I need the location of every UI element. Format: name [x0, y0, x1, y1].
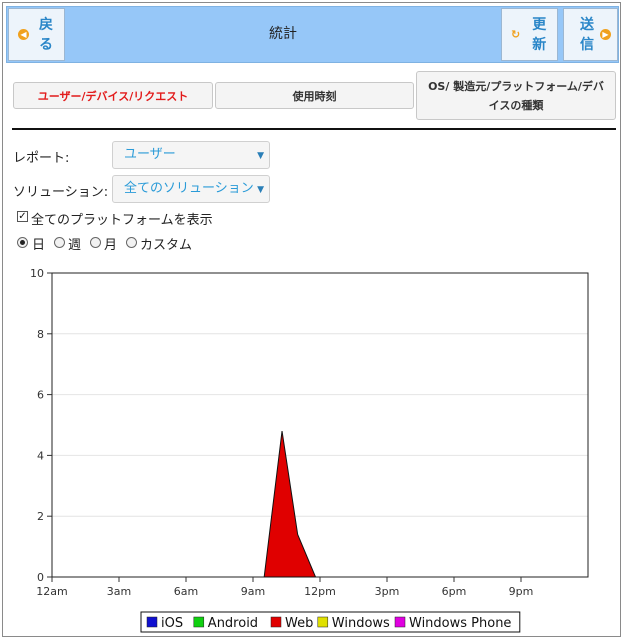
x-tick-label: 9am: [241, 585, 265, 598]
radio-day[interactable]: [17, 237, 28, 248]
radio-day-label: 日: [32, 238, 46, 253]
x-tick-label: 6pm: [442, 585, 467, 598]
send-button[interactable]: 送信 ▶: [563, 8, 618, 61]
tab-label: 使用時刻: [292, 89, 337, 103]
y-tick-label: 2: [37, 510, 44, 523]
report-select-value: ユーザー: [124, 147, 176, 162]
solution-label: ソリューション:: [13, 185, 109, 200]
page-title: 統計: [269, 26, 297, 42]
y-tick-label: 8: [37, 328, 44, 341]
solution-select[interactable]: 全てのソリューション ▼: [112, 175, 270, 203]
tab-usage-time[interactable]: 使用時刻: [215, 82, 414, 109]
series-area-web: [263, 431, 317, 578]
back-label: 戻る: [39, 16, 53, 53]
solution-select-value: 全てのソリューション: [124, 181, 254, 196]
report-label: レポート:: [13, 151, 70, 166]
report-select[interactable]: ユーザー ▼: [112, 141, 270, 169]
tab-os-manufacturer-platform[interactable]: OS/ 製造元/プラットフォーム/デバイスの種類: [416, 71, 616, 120]
legend-swatch: [146, 616, 158, 628]
chevron-left-icon: ◀: [18, 29, 29, 40]
radio-week[interactable]: [54, 237, 65, 248]
refresh-icon: ↻: [511, 27, 521, 41]
legend-swatch: [317, 616, 329, 628]
dropdown-arrow-icon: ▼: [257, 185, 264, 195]
plot-area: [51, 272, 589, 578]
radio-month-label: 月: [104, 238, 118, 253]
legend-label: Windows: [332, 616, 390, 631]
radio-week-label: 週: [68, 238, 82, 253]
refresh-button[interactable]: ↻ 更新: [501, 8, 558, 61]
radio-custom-label: カスタム: [140, 238, 193, 253]
x-tick-label: 9pm: [509, 585, 534, 598]
tab-users-devices-requests[interactable]: ユーザー/デバイス/リクエスト: [13, 82, 213, 109]
show-all-platforms-label: 全てのプラットフォームを表示: [31, 213, 213, 228]
y-tick-label: 10: [30, 267, 44, 280]
legend-label: iOS: [161, 616, 183, 631]
x-tick-label: 12pm: [304, 585, 336, 598]
send-label: 送信: [580, 16, 594, 53]
legend-label: Windows Phone: [409, 616, 511, 631]
tab-label: ユーザー/デバイス/リクエスト: [37, 89, 189, 103]
legend-swatch: [394, 616, 406, 628]
legend-swatch: [270, 616, 282, 628]
y-tick-label: 0: [37, 571, 44, 584]
radio-custom[interactable]: [126, 237, 137, 248]
usage-chart: 0 2 4 6 8 10 12am 3am 6am 9am 12pm 3pm 6pm 9pm iOS Andr…: [30, 267, 589, 633]
radio-month[interactable]: [90, 237, 101, 248]
back-button[interactable]: ◀ 戻る: [8, 8, 65, 61]
x-tick-label: 3am: [107, 585, 131, 598]
x-tick-label: 3pm: [375, 585, 400, 598]
chevron-right-icon: ▶: [600, 29, 611, 40]
show-all-platforms-checkbox[interactable]: ✓: [17, 211, 28, 222]
x-tick-label: 6am: [174, 585, 198, 598]
y-tick-label: 6: [37, 389, 44, 402]
y-tick-label: 4: [37, 449, 44, 462]
x-tick-label: 12am: [36, 585, 67, 598]
legend-swatch: [193, 616, 205, 628]
legend-label: Web: [285, 616, 313, 631]
legend-label: Android: [208, 616, 258, 631]
refresh-label: 更新: [532, 16, 547, 53]
dropdown-arrow-icon: ▼: [257, 151, 264, 161]
tab-label: OS/ 製造元/プラットフォーム/デバイスの種類: [428, 79, 604, 112]
header-bar: ◀ 戻る 統計 ↻ 更新 送信 ▶: [6, 6, 619, 63]
divider: [12, 128, 616, 130]
